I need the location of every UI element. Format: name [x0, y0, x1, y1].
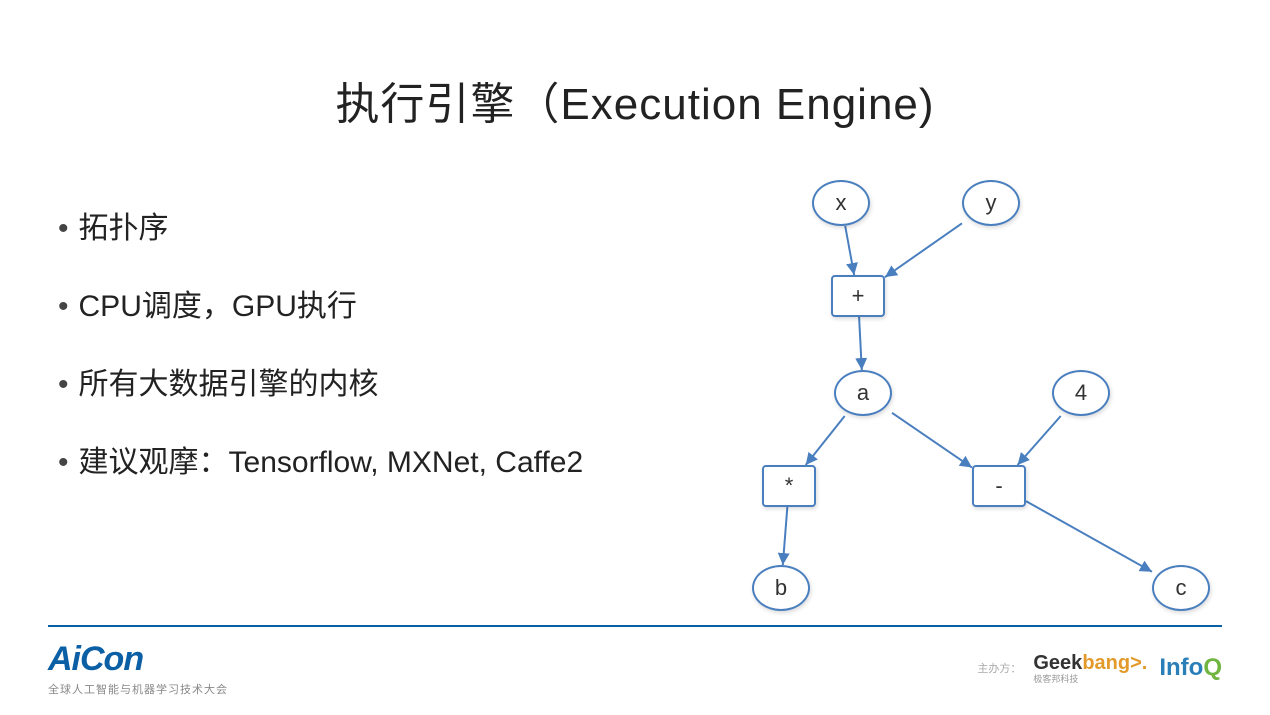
graph-node-sub: -	[972, 465, 1026, 507]
host-label: 主办方：	[977, 660, 1021, 676]
bullet-text: CPU调度，GPU执行	[79, 286, 357, 328]
infoq-b: Q	[1203, 654, 1222, 681]
bullet-item: 所有大数据引擎的内核	[58, 364, 748, 406]
graph-node-plus: +	[831, 275, 885, 317]
aicon-logo: AiCon 全球人工智能与机器学习技术大会	[48, 640, 228, 697]
geek-text-b: bang	[1082, 652, 1130, 674]
slide-title: 执行引擎（Execution Engine)	[0, 68, 1270, 132]
bullet-list: 拓扑序 CPU调度，GPU执行 所有大数据引擎的内核 建议观摩：Tensorfl…	[58, 208, 748, 520]
infoq-logo: InfoQ	[1159, 654, 1222, 682]
computation-graph-diagram: x y + a 4 * - b c	[752, 165, 1227, 635]
geekbang-logo: Geekbang>. 极客邦科技	[1033, 652, 1147, 684]
sponsor-row: 主办方： Geekbang>. 极客邦科技 InfoQ	[977, 652, 1222, 684]
graph-edge-a-mul	[806, 416, 845, 465]
aicon-subtitle: 全球人工智能与机器学习技术大会	[48, 681, 228, 697]
graph-node-a: a	[834, 370, 892, 416]
graph-node-b: b	[752, 565, 810, 611]
graph-node-mul: *	[762, 465, 816, 507]
graph-edge-y-plus	[885, 223, 962, 277]
infoq-a: Info	[1159, 654, 1203, 681]
geek-text-a: Geek	[1033, 652, 1082, 674]
graph-edge-sub-c	[1026, 501, 1152, 572]
bullet-text: 建议观摩：Tensorflow, MXNet, Caffe2	[79, 442, 584, 484]
bullet-item: CPU调度，GPU执行	[58, 286, 748, 328]
slide: 执行引擎（Execution Engine) 拓扑序 CPU调度，GPU执行 所…	[0, 0, 1270, 715]
geek-sub: 极客邦科技	[1033, 675, 1147, 684]
graph-node-four: 4	[1052, 370, 1110, 416]
graph-edge-x-plus	[845, 226, 854, 275]
aicon-brand: AiCon	[48, 640, 143, 678]
graph-edge-mul-b	[783, 507, 788, 565]
diagram-edges	[752, 165, 1227, 635]
aicon-brand-text: AiCon	[48, 640, 228, 679]
graph-edge-four-sub	[1018, 416, 1061, 465]
bullet-text: 所有大数据引擎的内核	[79, 364, 379, 406]
bullet-item: 拓扑序	[58, 208, 748, 250]
footer-divider	[48, 625, 1222, 627]
graph-node-c: c	[1152, 565, 1210, 611]
graph-node-x: x	[812, 180, 870, 226]
bullet-item: 建议观摩：Tensorflow, MXNet, Caffe2	[58, 442, 748, 484]
graph-node-y: y	[962, 180, 1020, 226]
bullet-text: 拓扑序	[79, 208, 169, 250]
graph-edge-plus-a	[859, 317, 862, 370]
geek-gt: >.	[1130, 652, 1147, 674]
graph-edge-a-sub	[892, 413, 972, 468]
